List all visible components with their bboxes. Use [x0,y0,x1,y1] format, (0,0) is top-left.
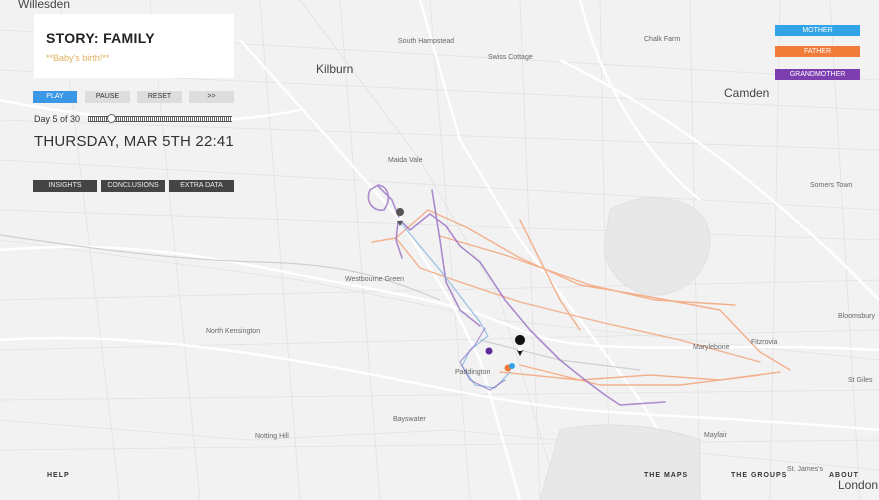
story-title: STORY: FAMILY [46,30,155,46]
reset-button[interactable]: RESET [137,91,182,103]
place-label: Bloomsbury [838,313,875,320]
story-subtitle: **Baby's birth!** [46,53,110,63]
insights-tab[interactable]: INSIGHTS [33,180,97,192]
timeline-slider-thumb[interactable] [106,114,116,123]
place-label: London [838,478,879,492]
the-maps-link[interactable]: THE MAPS [644,472,688,479]
place-label: Paddington [455,369,491,376]
place-label: Bayswater [393,416,426,423]
play-button[interactable]: PLAY [33,91,77,103]
current-datetime: THURSDAY, MAR 5TH 22:41 [34,133,234,150]
place-label: Kilburn [316,62,354,76]
grandmother-position-marker [485,347,493,355]
place-label: North Kensington [206,328,261,335]
legend-mother[interactable]: MOTHER [775,25,860,36]
pause-button[interactable]: PAUSE [85,91,130,103]
mother-position-marker [509,363,515,369]
place-label: South Hampstead [398,38,455,45]
extra-data-tab[interactable]: EXTRA DATA [169,180,234,192]
conclusions-tab[interactable]: CONCLUSIONS [101,180,165,192]
place-label: Notting Hill [255,433,289,440]
place-label: Willesden [18,0,71,11]
place-label: Mayfair [704,432,727,439]
place-label: St. James's [787,466,823,473]
place-label: Fitzrovia [751,339,778,346]
legend-grandmother[interactable]: GRANDMOTHER [775,69,860,80]
story-panel: STORY: FAMILY **Baby's birth!** [34,14,234,78]
day-counter: Day 5 of 30 [34,114,81,124]
place-label: Maida Vale [388,157,423,164]
about-link[interactable]: ABOUT [829,472,859,479]
place-label: St Giles [848,377,873,384]
timeline-slider[interactable] [88,114,232,123]
place-label: Camden [724,86,770,100]
place-label: Chalk Farm [644,36,681,43]
help-link[interactable]: HELP [47,472,70,479]
place-label: Somers Town [810,182,853,189]
place-label: Swiss Cottage [488,54,533,61]
place-label: Marylebone [693,344,730,351]
the-groups-link[interactable]: THE GROUPS [731,472,787,479]
place-label: Westbourne Green [345,276,405,283]
fast-forward-button[interactable]: >> [189,91,234,103]
legend-father[interactable]: FATHER [775,46,860,57]
